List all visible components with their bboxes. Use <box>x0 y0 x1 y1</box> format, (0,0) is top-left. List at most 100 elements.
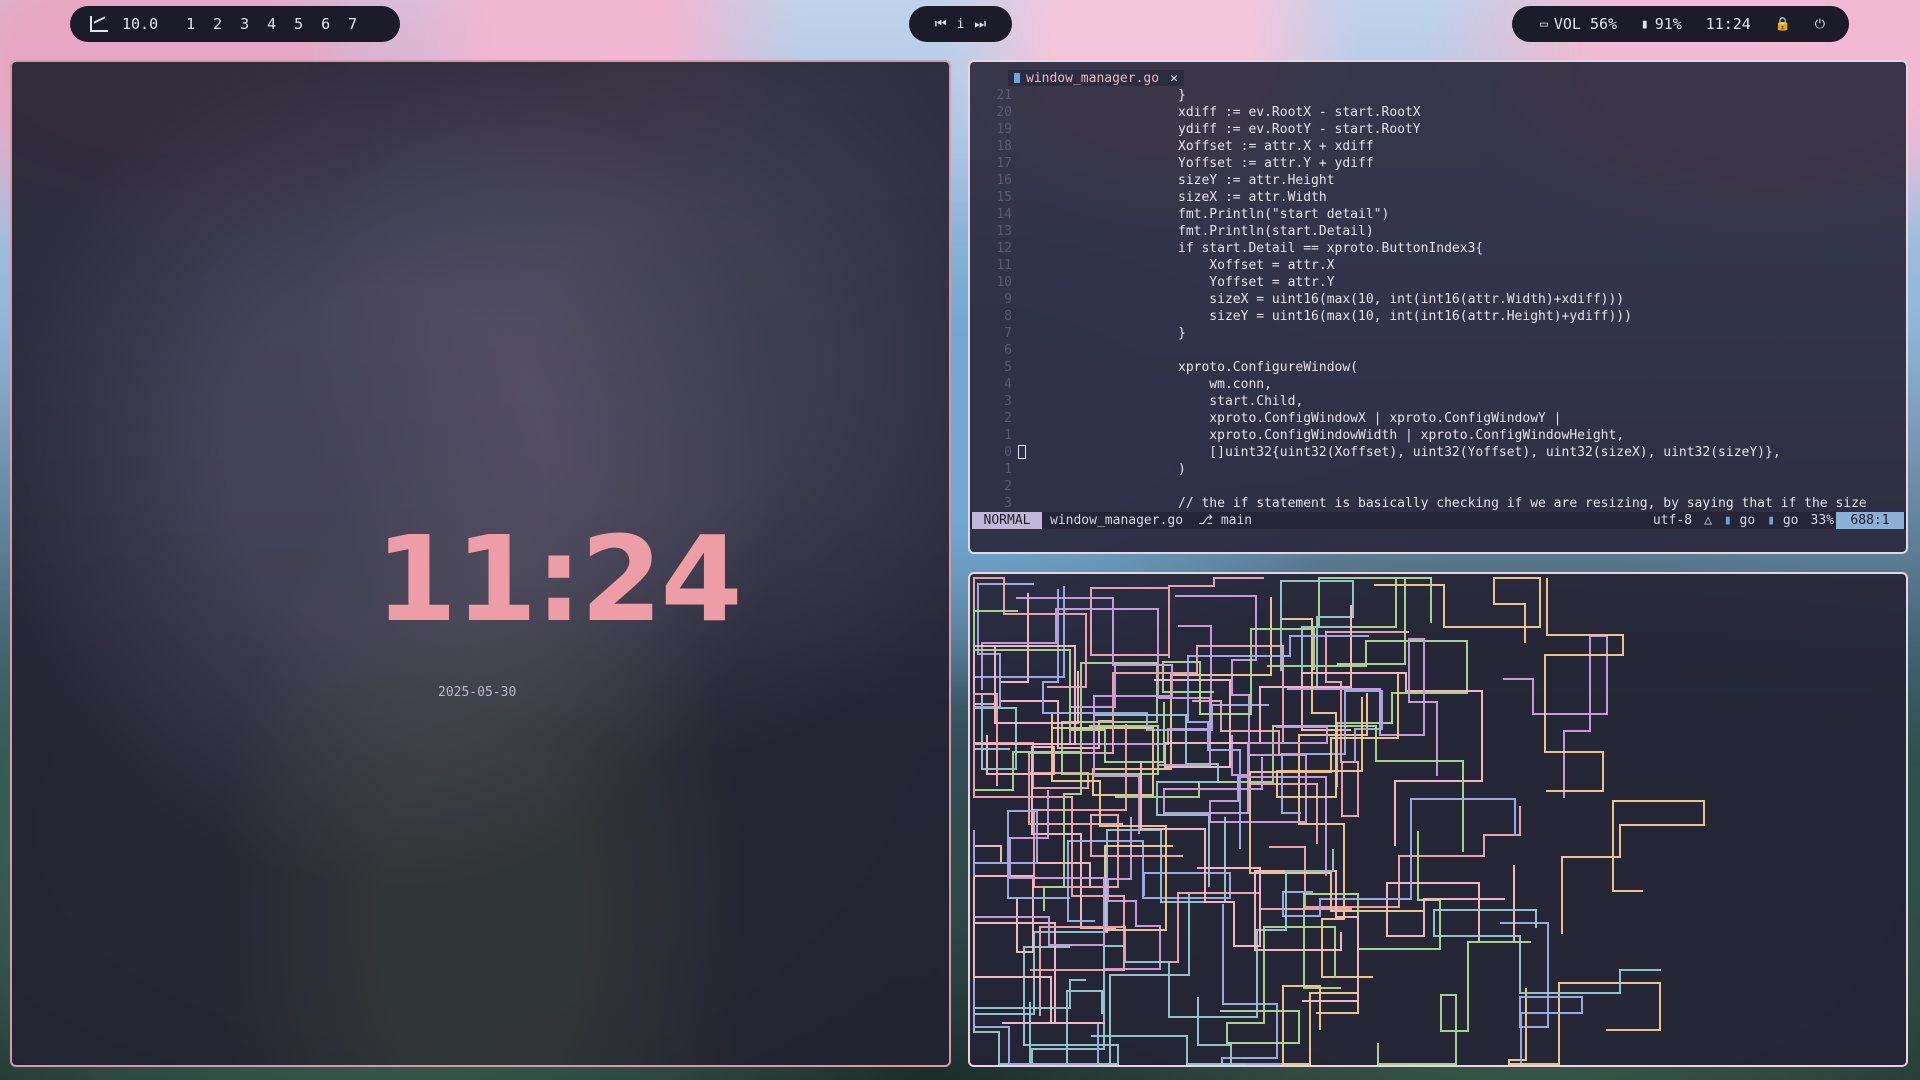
pipe-segment <box>1162 628 1315 715</box>
filetype-label: go <box>1739 513 1756 528</box>
go-file-icon <box>1014 73 1020 83</box>
code-line[interactable]: 18 Xoffset := attr.X + xdiff <box>970 138 1906 155</box>
code-text: sizeX := attr.Width <box>1178 190 1327 205</box>
lsp-label: go <box>1782 513 1799 528</box>
pipe-segment <box>1374 577 1541 643</box>
code-text: ydiff := ev.RootY - start.RootY <box>1178 122 1421 137</box>
pipe-segment <box>1561 800 1705 934</box>
code-line[interactable]: 17 Yoffset := attr.Y + ydiff <box>970 155 1906 172</box>
pipe-segment <box>1039 892 1352 1016</box>
media-info-icon[interactable]: i <box>957 17 965 32</box>
code-text: // the if statement is basically checkin… <box>1178 496 1867 511</box>
tab-bar: window_manager.go ✕ <box>970 68 1906 86</box>
code-line[interactable]: 3 start.Child, <box>970 393 1906 410</box>
code-line[interactable]: 16 sizeY := attr.Height <box>970 172 1906 189</box>
line-number: 4 <box>1004 377 1012 392</box>
code-line[interactable]: 3 // the if statement is basically checki… <box>970 495 1906 512</box>
clock-window[interactable]: 11:24 2025-05-30 <box>10 60 951 1067</box>
code-line[interactable]: 20 xdiff := ev.RootX - start.RootX <box>970 104 1906 121</box>
code-line[interactable]: 2 <box>970 478 1906 495</box>
code-text: xproto.ConfigWindowWidth | xproto.Config… <box>1178 428 1625 443</box>
lsp-icon: ▮ <box>1767 513 1776 528</box>
git-branch: ⎇ main <box>1198 512 1252 529</box>
workspace-1[interactable]: 1 <box>184 15 197 33</box>
cursor-position: 688:1 <box>1836 512 1904 529</box>
line-number: 0 <box>1004 445 1012 460</box>
code-line[interactable]: 1 xproto.ConfigWindowWidth | xproto.Conf… <box>970 427 1906 444</box>
code-text: wm.conn, <box>1178 377 1272 392</box>
workspace-7[interactable]: 7 <box>346 15 359 33</box>
line-number: 8 <box>1004 309 1012 324</box>
code-line[interactable]: 21} <box>970 87 1906 104</box>
line-number: 11 <box>996 258 1012 273</box>
code-line[interactable]: 11 Xoffset = attr.X <box>970 257 1906 274</box>
pipe-segment <box>1280 580 1354 689</box>
tab-label: window_manager.go <box>1026 70 1160 86</box>
workspace-5[interactable]: 5 <box>292 15 305 33</box>
code-line[interactable]: 5 xproto.ConfigureWindow( <box>970 359 1906 376</box>
code-text: ) <box>1178 462 1186 477</box>
next-track-icon[interactable]: ⏭ <box>974 17 986 32</box>
volume-indicator[interactable]: VOL 56% <box>1554 15 1617 33</box>
code-text: sizeY = uint16(max(10, int(int16(attr.He… <box>1178 309 1632 324</box>
code-line[interactable]: 2 xproto.ConfigWindowX | xproto.ConfigWi… <box>970 410 1906 427</box>
line-number: 12 <box>996 241 1012 256</box>
code-line[interactable]: 19 ydiff := ev.RootY - start.RootY <box>970 121 1906 138</box>
code-text: if start.Detail == xproto.ButtonIndex3{ <box>1178 241 1484 256</box>
code-line[interactable]: 6 <box>970 342 1906 359</box>
pipe-segment <box>1061 662 1159 775</box>
code-line[interactable]: 15 sizeX := attr.Width <box>970 189 1906 206</box>
code-text: Yoffset = attr.Y <box>1178 275 1335 290</box>
line-number: 18 <box>996 139 1012 154</box>
code-line[interactable]: 9 sizeX = uint16(max(10, int(int16(attr.… <box>970 291 1906 308</box>
code-text: xdiff := ev.RootX - start.RootX <box>1178 105 1421 120</box>
pipe-segment <box>1254 870 1359 1002</box>
lock-icon[interactable]: 🔒 <box>1775 17 1791 32</box>
pipe-segment <box>974 751 1082 911</box>
pipe-segment <box>1123 849 1334 1018</box>
code-line[interactable]: 8 sizeY = uint16(max(10, int(int16(attr.… <box>970 308 1906 325</box>
workspace-3[interactable]: 3 <box>238 15 251 33</box>
pipe-segment <box>1544 578 1624 792</box>
line-number: 1 <box>1004 462 1012 477</box>
code-text: xproto.ConfigWindowX | xproto.ConfigWind… <box>1178 411 1562 426</box>
code-area[interactable]: 21} 20 xdiff := ev.RootX - start.RootX 19 yd… <box>970 87 1906 512</box>
code-line[interactable]: 7} <box>970 325 1906 342</box>
workspace-4[interactable]: 4 <box>265 15 278 33</box>
scroll-percent: 33% <box>1810 513 1834 528</box>
code-text: xproto.ConfigureWindow( <box>1178 360 1359 375</box>
file-encoding: utf-8 <box>1652 513 1693 528</box>
workspace-list: 1 2 3 4 5 6 7 <box>184 15 359 33</box>
clock-time: 11:24 <box>375 510 743 648</box>
editor-window[interactable]: window_manager.go ✕ 21} 20 xdiff := ev.Roo… <box>968 60 1908 554</box>
code-line[interactable]: 1) <box>970 461 1906 478</box>
code-line[interactable]: 13 fmt.Println(start.Detail) <box>970 223 1906 240</box>
power-icon[interactable]: ⏻ <box>1815 17 1825 32</box>
line-number: 5 <box>1004 360 1012 375</box>
code-line[interactable]: 12 if start.Detail == xproto.ButtonIndex3… <box>970 240 1906 257</box>
code-line[interactable]: 14 fmt.Println("start detail") <box>970 206 1906 223</box>
code-line[interactable]: 10 Yoffset = attr.Y <box>970 274 1906 291</box>
line-number: 3 <box>1004 496 1012 511</box>
workspace-2[interactable]: 2 <box>211 15 224 33</box>
close-icon[interactable]: ✕ <box>1170 71 1178 86</box>
line-number: 10 <box>996 275 1012 290</box>
chart-line-icon <box>90 16 108 32</box>
file-icon: ▮ <box>1723 513 1732 528</box>
pipe-segment <box>1386 865 1515 943</box>
triangle-icon: △ <box>1704 513 1712 528</box>
media-controls: ⏮ i ⏭ <box>909 6 1012 42</box>
system-tray: ▭ VOL 56% ▮ 91% 11:24 🔒 ⏻ <box>1512 6 1849 42</box>
code-line[interactable]: 4 wm.conn, <box>970 376 1906 393</box>
code-text: Xoffset = attr.X <box>1178 258 1335 273</box>
workspace-6[interactable]: 6 <box>319 15 332 33</box>
code-line[interactable]: 0 []uint32{uint32(Xoffset), uint32(Yoffs… <box>970 444 1906 461</box>
code-text: []uint32{uint32(Xoffset), uint32(Yoffset… <box>1178 445 1781 460</box>
status-right: utf-8 △ ▮ go ▮ go 33% <box>1653 512 1834 529</box>
previous-track-icon[interactable]: ⏮ <box>935 17 947 32</box>
pipes-window[interactable] <box>968 572 1908 1067</box>
status-line: NORMAL window_manager.go ⎇ main utf-8 △ … <box>970 512 1906 529</box>
line-number: 14 <box>996 207 1012 222</box>
line-number: 20 <box>996 105 1012 120</box>
tab-window-manager[interactable]: window_manager.go ✕ <box>1008 70 1184 86</box>
